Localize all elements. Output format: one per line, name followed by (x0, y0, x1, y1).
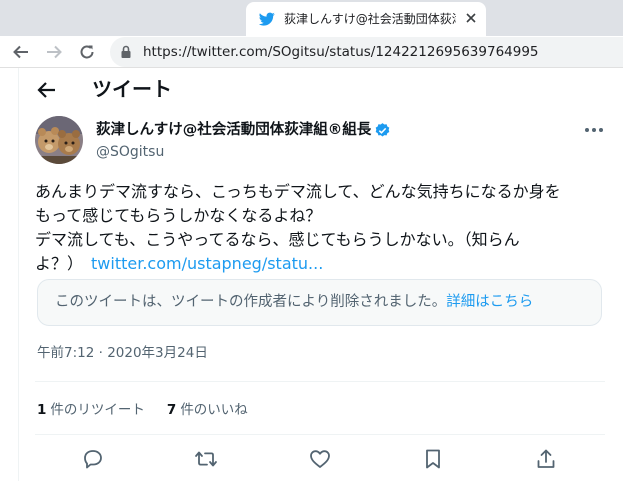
forward-arrow-icon (47, 45, 62, 59)
tweet-text-line: あんまりデマ流すなら、こっちもデマ流して、どんな気持ちになるか身を (35, 182, 561, 201)
browser-tab[interactable]: 荻津しんすけ@社会活動団体荻津組®組長 (246, 2, 486, 36)
deleted-quote-box: このツイートは、ツイートの作成者により削除されました。詳細はこちら (37, 279, 602, 326)
divider (35, 381, 605, 382)
close-icon[interactable] (463, 10, 479, 26)
divider (35, 434, 605, 435)
author-name-row[interactable]: 荻津しんすけ@社会活動団体荻津組®組長 (96, 121, 391, 140)
tweet-link[interactable]: twitter.com/ustapneg/statu... (91, 254, 323, 273)
tweet-text-last-line: よ？） twitter.com/ustapneg/statu... (35, 252, 615, 276)
deleted-notice-text: このツイートは、ツイートの作成者により削除されました。 (55, 294, 447, 310)
learn-more-link[interactable]: 詳細はこちら (446, 294, 533, 310)
retweet-icon[interactable] (194, 447, 218, 471)
teddy-bears-avatar-image (35, 116, 83, 164)
verified-badge-icon (375, 123, 390, 137)
forward-button[interactable] (42, 40, 66, 64)
more-icon[interactable] (583, 120, 605, 140)
retweet-label: 件のリツイート (50, 402, 145, 418)
reply-icon[interactable] (81, 447, 105, 471)
tweet-text-line: もって感じてもらうしかなくなるよね？ (35, 206, 322, 225)
author-name[interactable]: 荻津しんすけ@社会活動団体荻津組®組長 (96, 121, 371, 140)
share-icon[interactable] (534, 447, 558, 471)
retweet-stat[interactable]: 1 件のリツイート (37, 401, 145, 419)
back-arrow-icon[interactable] (35, 78, 59, 102)
tweet-text: あんまりデマ流すなら、こっちもデマ流して、どんな気持ちになるか身を もって感じて… (35, 180, 615, 276)
bookmark-icon[interactable] (421, 447, 445, 471)
tweet-stats: 1 件のリツイート 7 件のいいね (37, 401, 270, 419)
like-stat[interactable]: 7 件のいいね (167, 401, 248, 419)
reload-button[interactable] (75, 40, 99, 64)
lock-icon (121, 45, 131, 58)
browser-tab-strip: 荻津しんすけ@社会活動団体荻津組®組長 (0, 0, 623, 36)
tab-title: 荻津しんすけ@社会活動団体荻津組®組長 (284, 12, 456, 26)
url-text: https://twitter.com/SOgitsu/status/12422… (143, 44, 539, 60)
like-count: 7 (166, 402, 177, 418)
tweet-timestamp[interactable]: 午前7:12 · 2020年3月24日 (37, 344, 208, 362)
tweet-actions (19, 444, 623, 474)
address-bar[interactable]: https://twitter.com/SOgitsu/status/12422… (110, 37, 623, 67)
page-title: ツイート (92, 77, 172, 101)
tweet-text-line: よ？） (35, 254, 84, 273)
author-handle[interactable]: @SOgitsu (96, 143, 164, 161)
tweet-page: ツイート 荻津しんすけ@社会活動団体荻津組®組長 @SOgitsu あんまりデマ… (18, 68, 623, 481)
deleted-notice: このツイートは、ツイートの作成者により削除されました。詳細はこちら (55, 292, 533, 312)
like-label: 件のいいね (180, 402, 248, 418)
twitter-bird-icon (259, 12, 275, 26)
reload-icon (80, 45, 94, 59)
retweet-count: 1 (37, 402, 47, 418)
like-icon[interactable] (308, 447, 332, 471)
back-arrow-icon (13, 45, 28, 59)
back-button[interactable] (9, 40, 33, 64)
tweet-text-line: デマ流しても、こうやってるなら、感じてもらうしかない。（知らん (35, 230, 520, 249)
avatar[interactable] (35, 116, 83, 164)
browser-toolbar: https://twitter.com/SOgitsu/status/12422… (0, 36, 623, 68)
